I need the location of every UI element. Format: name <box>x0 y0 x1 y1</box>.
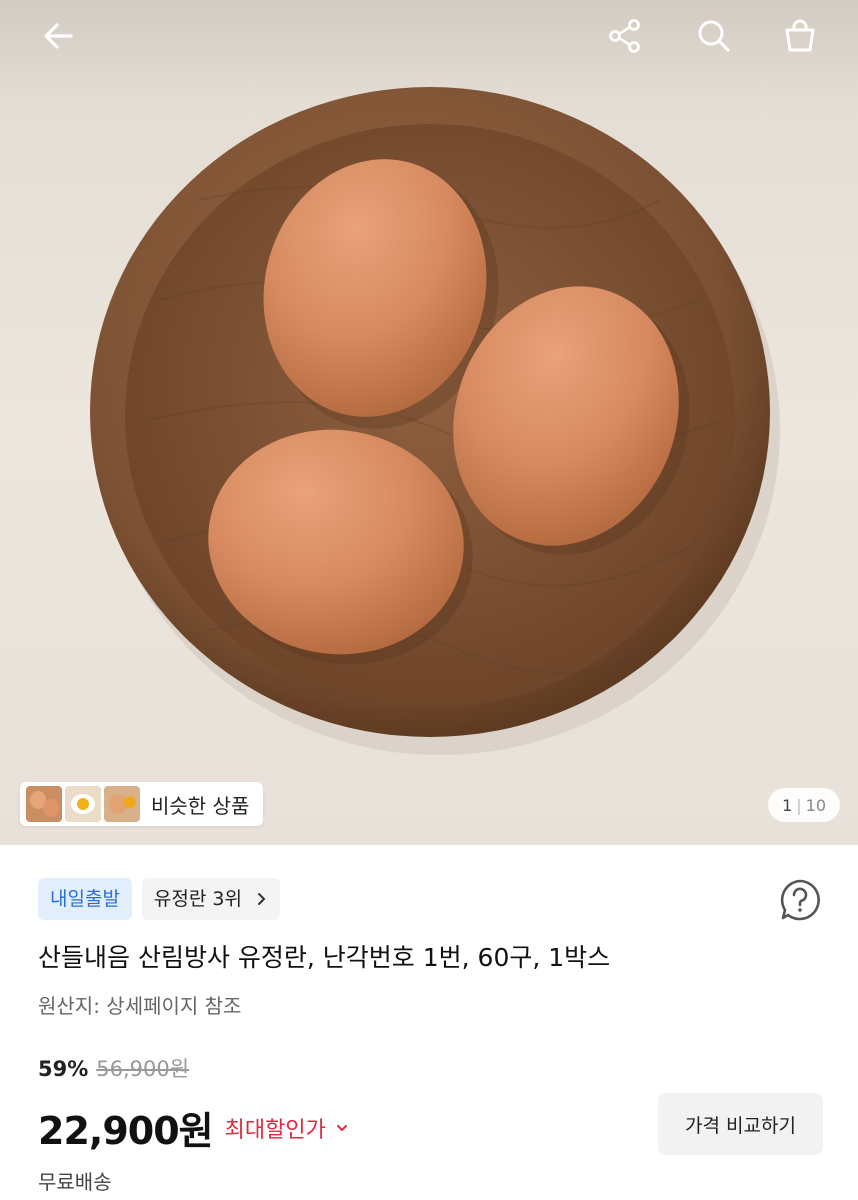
image-counter: 1 | 10 <box>768 788 840 822</box>
sale-price: 22,900원 <box>38 1109 214 1153</box>
delivery-badge: 내일출발 <box>38 878 132 920</box>
shipping-info: 무료배송 <box>38 1170 112 1194</box>
max-discount-label: 최대할인가 <box>224 1117 326 1143</box>
price-row: 22,900원 최대할인가 <box>38 1100 350 1155</box>
product-badges: 내일출발 유정란 3위 <box>38 878 281 920</box>
product-origin: 원산지: 상세페이지 참조 <box>38 994 242 1018</box>
discount-row: 59% 56,900원 <box>38 1053 189 1083</box>
search-icon <box>698 20 730 52</box>
image-counter-separator: | <box>796 795 802 815</box>
shopping-bag-icon <box>785 19 815 52</box>
help-button[interactable] <box>778 878 822 922</box>
cart-button[interactable] <box>774 10 826 62</box>
ranking-badge[interactable]: 유정란 3위 <box>141 878 281 920</box>
share-icon <box>609 19 640 53</box>
top-navigation-bar <box>0 0 858 80</box>
product-image-gallery[interactable]: 비슷한 상품 1 | 10 <box>0 0 858 845</box>
max-discount-toggle[interactable]: 최대할인가 <box>225 1112 350 1144</box>
chevron-down-icon <box>336 1124 347 1131</box>
similar-thumbnail <box>65 786 101 822</box>
chevron-right-icon <box>258 893 266 905</box>
image-counter-current: 1 <box>782 795 793 815</box>
similar-products-button[interactable]: 비슷한 상품 <box>20 782 264 826</box>
original-price: 56,900원 <box>96 1057 190 1081</box>
arrow-left-icon <box>44 23 73 49</box>
question-bubble-icon <box>780 879 820 921</box>
ranking-badge-label: 유정란 3위 <box>153 888 242 910</box>
search-button[interactable] <box>688 10 740 62</box>
share-button[interactable] <box>599 10 651 62</box>
similar-thumbnail <box>104 786 140 822</box>
product-photo <box>90 87 780 755</box>
discount-percent: 59% <box>38 1057 89 1081</box>
product-title: 산들내음 산림방사 유정란, 난각번호 1번, 60구, 1박스 <box>38 943 611 972</box>
similar-products-label: 비슷한 상품 <box>151 793 250 818</box>
back-button[interactable] <box>32 10 84 62</box>
similar-thumbnail <box>26 786 62 822</box>
compare-price-button[interactable]: 가격 비교하기 <box>658 1093 823 1155</box>
image-counter-total: 10 <box>805 795 826 815</box>
